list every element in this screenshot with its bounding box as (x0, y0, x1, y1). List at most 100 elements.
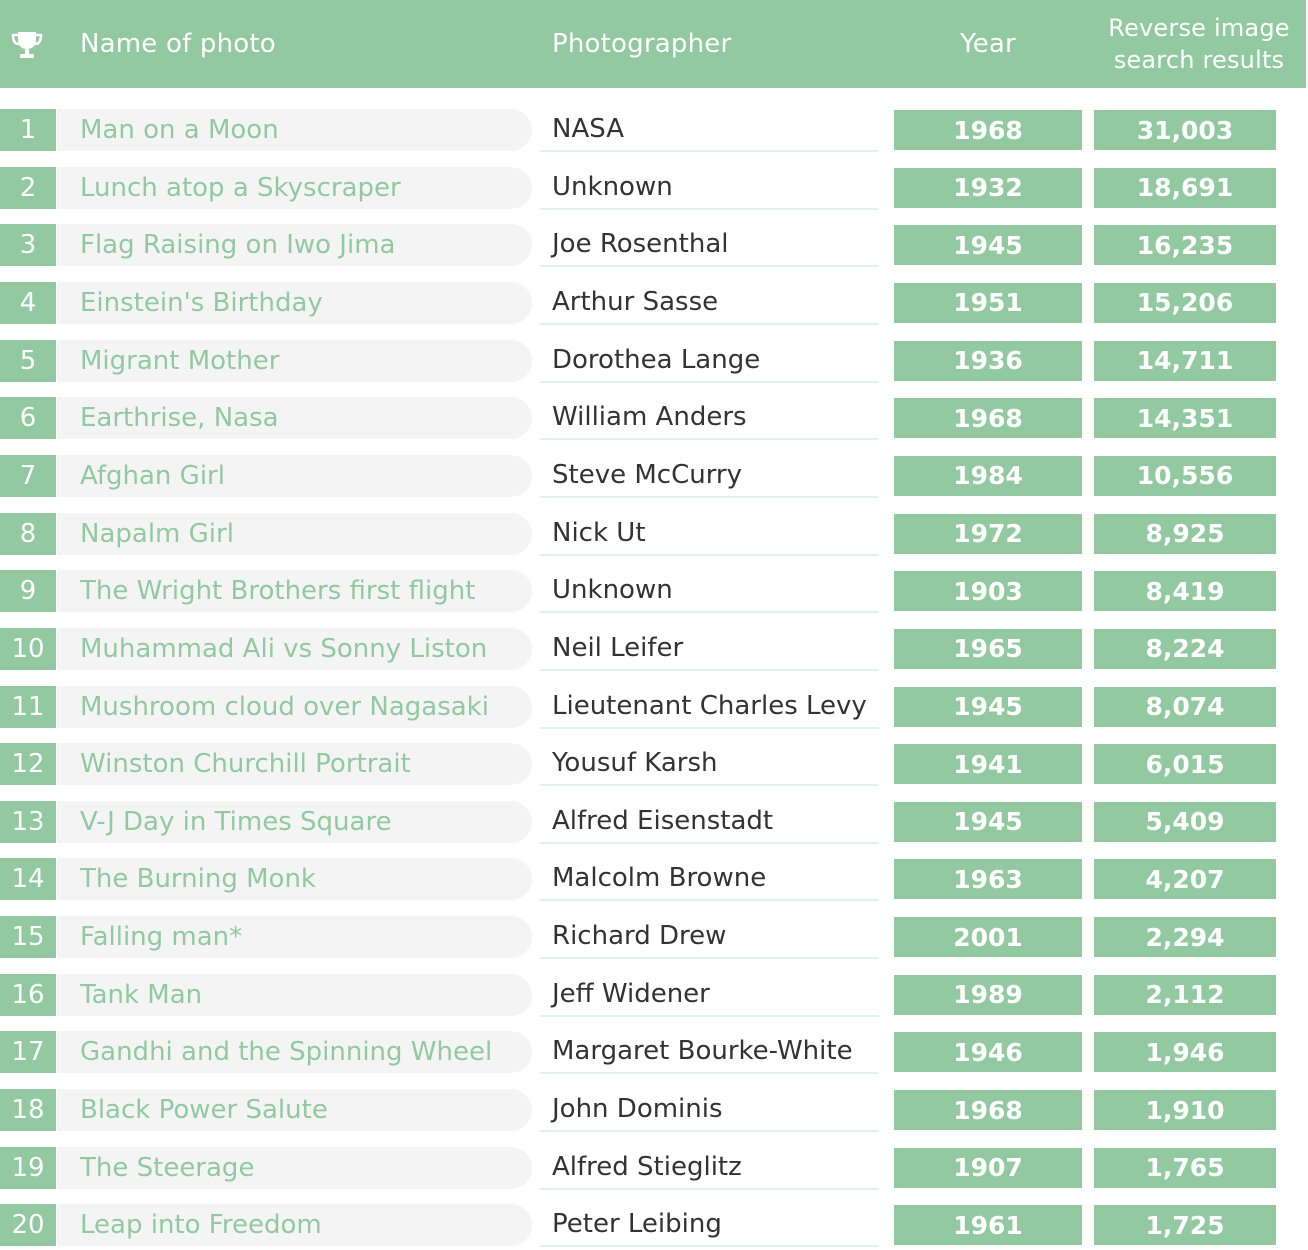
rank-badge: 11 (0, 685, 56, 728)
year-cell: 1945 (894, 686, 1082, 727)
photo-name: The Burning Monk (57, 858, 532, 901)
search-results-cell: 4,207 (1094, 859, 1276, 900)
photo-name: The Wright Brothers first flight (57, 570, 532, 613)
year-cell: 1968 (894, 110, 1082, 150)
table-row: 1 Man on a Moon NASA 1968 31,003 (0, 108, 1308, 152)
rank-badge: 17 (0, 1031, 56, 1074)
search-results-cell: 1,946 (1094, 1032, 1276, 1073)
photo-name: Lunch atop a Skyscraper (57, 166, 532, 209)
photographer-name: Alfred Stieglitz (540, 1146, 879, 1190)
rank-badge: 16 (0, 973, 56, 1016)
search-results-cell: 2,112 (1094, 974, 1276, 1015)
table-row: 19 The Steerage Alfred Stieglitz 1907 1,765 (0, 1146, 1308, 1190)
photo-name: Falling man* (57, 916, 532, 959)
rank-badge: 10 (0, 627, 56, 670)
year-cell: 1984 (894, 455, 1082, 496)
year-cell: 1945 (894, 801, 1082, 842)
photographer-name: Arthur Sasse (540, 281, 879, 325)
photo-name: Man on a Moon (57, 109, 532, 151)
year-cell: 1968 (894, 1090, 1082, 1130)
photographer-name: Unknown (540, 569, 879, 614)
rank-badge: 19 (0, 1146, 56, 1189)
photographer-name: Yousuf Karsh (540, 742, 879, 787)
rank-badge: 1 (0, 109, 56, 151)
search-results-cell: 15,206 (1094, 282, 1276, 323)
table-row: 12 Winston Churchill Portrait Yousuf Karsh… (0, 742, 1308, 787)
photo-name: Gandhi and the Spinning Wheel (57, 1031, 532, 1074)
year-cell: 1932 (894, 167, 1082, 208)
photo-name: Earthrise, Nasa (57, 397, 532, 440)
year-cell: 1961 (894, 1205, 1082, 1246)
photographer-name: Alfred Eisenstadt (540, 800, 879, 844)
rank-badge: 5 (0, 339, 56, 382)
table-row: 2 Lunch atop a Skyscraper Unknown 1932 18,69… (0, 166, 1308, 210)
table-row: 16 Tank Man Jeff Widener 1989 2,112 (0, 973, 1308, 1017)
year-cell: 1951 (894, 282, 1082, 323)
search-results-cell: 5,409 (1094, 801, 1276, 842)
search-results-cell: 1,910 (1094, 1090, 1276, 1130)
photographer-name: Lieutenant Charles Levy (540, 685, 879, 729)
table-row: 6 Earthrise, Nasa William Anders 1968 14,351 (0, 396, 1308, 441)
photographer-name: Dorothea Lange (540, 339, 879, 383)
rank-badge: 3 (0, 224, 56, 267)
photographer-name: Joe Rosenthal (540, 223, 879, 268)
year-cell: 1968 (894, 398, 1082, 439)
photo-name: Black Power Salute (57, 1089, 532, 1131)
year-cell: 1963 (894, 859, 1082, 900)
search-results-cell: 18,691 (1094, 167, 1276, 208)
table-body: 1 Man on a Moon NASA 1968 31,003 2 Lunch atop … (0, 0, 1308, 1250)
year-cell: 1989 (894, 974, 1082, 1015)
table-row: 9 The Wright Brothers first flight Unknown… (0, 569, 1308, 614)
year-cell: 1936 (894, 340, 1082, 381)
year-cell: 1907 (894, 1147, 1082, 1188)
table-row: 20 Leap into Freedom Peter Leibing 1961 1,72… (0, 1203, 1308, 1248)
year-cell: 1965 (894, 628, 1082, 669)
photo-name: Migrant Mother (57, 339, 532, 382)
rank-badge: 7 (0, 454, 56, 497)
photo-name: The Steerage (57, 1146, 532, 1189)
year-cell: 1941 (894, 744, 1082, 785)
search-results-cell: 8,925 (1094, 513, 1276, 554)
year-cell: 1946 (894, 1032, 1082, 1073)
search-results-cell: 6,015 (1094, 744, 1276, 785)
table-row: 11 Mushroom cloud over Nagasaki Lieutenant… (0, 685, 1308, 729)
table-row: 18 Black Power Salute John Dominis 1968 1,91… (0, 1088, 1308, 1132)
year-cell: 1945 (894, 225, 1082, 266)
photographer-name: Unknown (540, 166, 879, 210)
photo-name: Einstein's Birthday (57, 281, 532, 324)
photo-name: Mushroom cloud over Nagasaki (57, 685, 532, 728)
rank-badge: 14 (0, 858, 56, 901)
rank-badge: 9 (0, 570, 56, 613)
photographer-name: William Anders (540, 396, 879, 441)
search-results-cell: 1,725 (1094, 1205, 1276, 1246)
search-results-cell: 1,765 (1094, 1147, 1276, 1188)
table-row: 5 Migrant Mother Dorothea Lange 1936 14,711 (0, 339, 1308, 383)
search-results-cell: 2,294 (1094, 917, 1276, 958)
photo-name: Leap into Freedom (57, 1204, 532, 1247)
photographer-name: Jeff Widener (540, 973, 879, 1017)
table-row: 10 Muhammad Ali vs Sonny Liston Neil Leife… (0, 627, 1308, 671)
search-results-cell: 8,224 (1094, 628, 1276, 669)
rank-badge: 8 (0, 512, 56, 555)
table-row: 14 The Burning Monk Malcolm Browne 1963 4,20… (0, 857, 1308, 902)
photographer-name: Peter Leibing (540, 1203, 879, 1248)
rank-badge: 6 (0, 397, 56, 440)
table-row: 15 Falling man* Richard Drew 2001 2,294 (0, 915, 1308, 960)
rank-badge: 2 (0, 166, 56, 209)
table-row: 13 V-J Day in Times Square Alfred Eisensta… (0, 800, 1308, 844)
photographer-name: NASA (540, 108, 879, 152)
search-results-cell: 14,351 (1094, 398, 1276, 439)
rank-badge: 20 (0, 1204, 56, 1247)
table-row: 3 Flag Raising on Iwo Jima Joe Rosenthal 19… (0, 223, 1308, 268)
photographer-name: Neil Leifer (540, 627, 879, 671)
search-results-cell: 8,419 (1094, 571, 1276, 612)
search-results-cell: 14,711 (1094, 340, 1276, 381)
year-cell: 2001 (894, 917, 1082, 958)
rank-badge: 18 (0, 1089, 56, 1131)
photo-name: Napalm Girl (57, 512, 532, 555)
photo-name: Afghan Girl (57, 454, 532, 497)
search-results-cell: 10,556 (1094, 455, 1276, 496)
photographer-name: Steve McCurry (540, 454, 879, 498)
search-results-cell: 16,235 (1094, 225, 1276, 266)
photographer-name: Margaret Bourke-White (540, 1030, 879, 1075)
